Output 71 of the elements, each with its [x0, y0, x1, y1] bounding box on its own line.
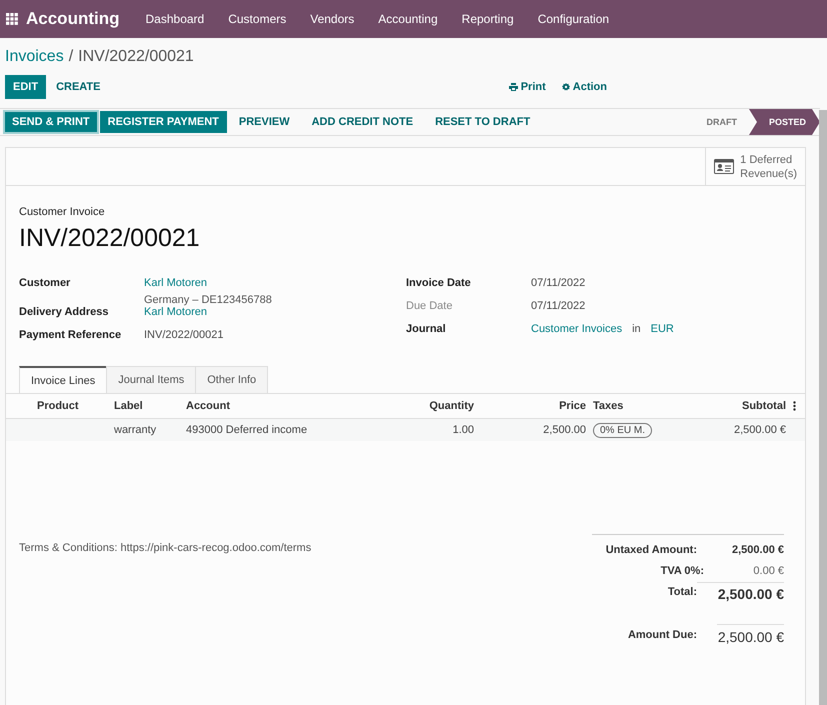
field-link[interactable]: Karl Motoren	[144, 277, 207, 289]
edit-button[interactable]: EDIT	[5, 75, 46, 99]
field-link[interactable]: EUR	[650, 323, 674, 335]
tab[interactable]: Invoice Lines	[19, 366, 108, 393]
print-button[interactable]: Print	[508, 81, 546, 93]
printer-icon	[508, 83, 518, 91]
breadcrumb-current: INV/2022/00021	[78, 48, 194, 66]
field-value: 07/11/2022	[531, 277, 586, 289]
tab[interactable]: Journal Items	[106, 366, 196, 393]
column-header[interactable]: Account	[186, 400, 381, 412]
column-header[interactable]: Product	[37, 400, 114, 412]
header-button[interactable]: SEND & PRINT	[4, 111, 98, 133]
total-label: Total:	[666, 586, 697, 598]
customer-address: Germany – DE123456788	[144, 294, 273, 306]
status-step[interactable]: POSTED	[748, 109, 820, 135]
total-label: TVA 0%:	[660, 564, 704, 576]
breadcrumb-link[interactable]: Invoices	[5, 48, 64, 66]
column-header[interactable]: Label	[114, 400, 186, 412]
action-button[interactable]: Action	[562, 81, 607, 93]
scrollbar[interactable]	[819, 110, 827, 705]
field-link[interactable]: Customer Invoices	[531, 323, 622, 335]
menu-item[interactable]: Vendors	[298, 12, 366, 26]
id-card-icon	[714, 159, 734, 174]
field-value: in	[632, 323, 641, 335]
app-name[interactable]: Accounting	[26, 9, 120, 29]
field-value: INV/2022/00021	[144, 329, 224, 341]
apps-menu-icon[interactable]	[6, 13, 18, 25]
column-header[interactable]: Price	[474, 400, 586, 412]
table-cell-text: 2,500.00 €	[733, 424, 786, 436]
column-header[interactable]: Subtotal	[686, 400, 786, 412]
total-value: 2,500.00 €	[697, 582, 784, 602]
deferred-revenue-button[interactable]: 1 Deferred Revenue(s)	[705, 148, 805, 185]
tab[interactable]: Other Info	[195, 366, 268, 393]
header-button[interactable]: RESET TO DRAFT	[425, 111, 540, 133]
column-header[interactable]: Quantity	[381, 400, 474, 412]
menu-item[interactable]: Accounting	[366, 12, 450, 26]
status-step[interactable]: DRAFT	[686, 109, 749, 135]
field-label: Delivery Address	[19, 306, 110, 318]
column-header[interactable]: Taxes	[586, 400, 686, 412]
field-link[interactable]: Karl Motoren	[144, 306, 207, 318]
menu-item[interactable]: Customers	[216, 12, 298, 26]
header-button[interactable]: PREVIEW	[228, 111, 300, 133]
table-cell-text: 493000 Deferred income	[186, 424, 308, 436]
total-value: 2,500.00 €	[731, 544, 784, 556]
total-value: 0.00 €	[752, 564, 784, 576]
field-value: 07/11/2022	[531, 300, 586, 312]
total-value: 2,500.00 €	[717, 624, 784, 645]
column-options-icon[interactable]	[793, 401, 796, 411]
field-label: Journal	[406, 323, 447, 335]
total-label: Amount Due:	[626, 628, 697, 640]
table-cell-text: 2,500.00	[542, 424, 586, 436]
breadcrumb-separator: /	[68, 48, 74, 66]
field-label: Customer	[19, 277, 72, 289]
field-label: Due Date	[406, 300, 454, 312]
table-cell-text: warranty	[114, 424, 158, 436]
tax-tag: 0% EU M.	[593, 423, 652, 438]
header-button[interactable]: REGISTER PAYMENT	[100, 111, 227, 133]
menu-item[interactable]: Configuration	[526, 12, 622, 26]
field-label: Invoice Date	[406, 277, 472, 289]
invoice-number: INV/2022/00021	[19, 224, 201, 253]
document-type: Customer Invoice	[19, 206, 106, 218]
menu-item[interactable]: Dashboard	[134, 12, 216, 26]
header-button[interactable]: ADD CREDIT NOTE	[302, 111, 424, 133]
field-label: Payment Reference	[19, 329, 122, 341]
gear-icon	[562, 83, 570, 91]
terms-text: Terms & Conditions: https://pink-cars-recog.odoo.com/terms	[19, 542, 312, 556]
table-cell-text: 1.00	[452, 424, 474, 436]
table-row[interactable]: warranty 493000 Deferred income 1.00 2,500.00 0% EU M. 2,500.00 €	[6, 419, 805, 441]
menu-item[interactable]: Reporting	[450, 12, 526, 26]
create-button[interactable]: CREATE	[46, 75, 110, 99]
total-label: Untaxed Amount:	[604, 544, 697, 556]
